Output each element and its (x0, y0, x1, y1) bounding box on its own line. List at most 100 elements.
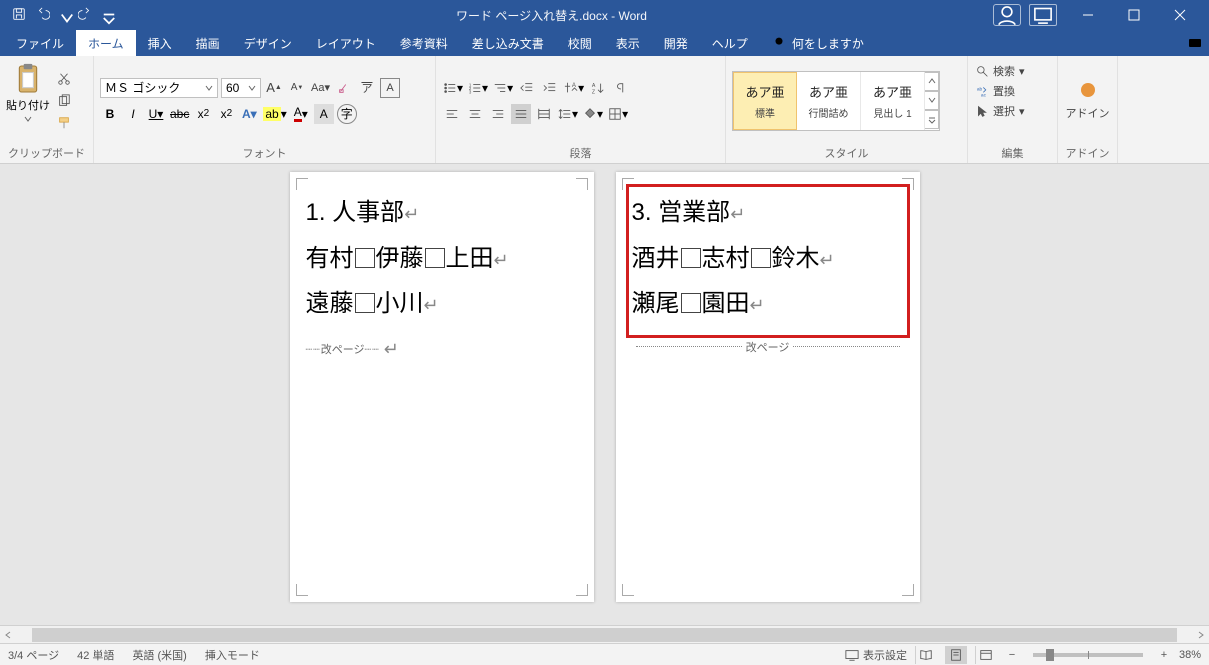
strikethrough-button[interactable]: abc (169, 104, 190, 124)
minimize-button[interactable] (1065, 0, 1111, 30)
tab-mailings[interactable]: 差し込み文書 (460, 30, 556, 56)
account-icon[interactable] (993, 4, 1021, 26)
page-2[interactable]: 3. 営業部↵ 酒井志村鈴木↵ 瀬尾園田↵ 改ページ (616, 172, 920, 602)
asian-layout-button[interactable]: A▾ (563, 78, 585, 98)
scroll-left-icon[interactable] (0, 627, 16, 643)
increase-indent-button[interactable] (540, 78, 560, 98)
status-mode[interactable]: 挿入モード (205, 647, 260, 663)
page-1[interactable]: 1. 人事部↵ 有村伊藤上田↵ 遠藤小川↵ ┈┈改ページ ┈┈↵ (290, 172, 594, 602)
status-page[interactable]: 3/4 ページ (8, 647, 59, 663)
copy-button[interactable] (54, 91, 74, 111)
tab-home[interactable]: ホーム (76, 30, 136, 56)
style-gallery-scroll[interactable] (925, 72, 939, 130)
tab-help[interactable]: ヘルプ (700, 30, 760, 56)
borders-button[interactable]: ▾ (607, 104, 629, 124)
font-size-combo[interactable]: 60 (221, 78, 261, 98)
tab-file[interactable]: ファイル (4, 30, 76, 56)
font-color-button[interactable]: A▾ (291, 104, 311, 124)
font-name-combo[interactable]: ＭＳ ゴシック (100, 78, 218, 98)
page-break-label: 改ページ (321, 341, 365, 357)
sort-button[interactable]: AZ (588, 78, 608, 98)
undo-icon[interactable] (36, 7, 50, 24)
align-center-button[interactable] (465, 104, 485, 124)
tab-review[interactable]: 校閲 (556, 30, 604, 56)
style-normal[interactable]: あア亜 標準 (733, 72, 797, 130)
show-marks-button[interactable] (611, 78, 631, 98)
group-styles: あア亜 標準 あア亜 行間詰め あア亜 見出し 1 スタイル (726, 56, 968, 163)
print-layout-button[interactable] (945, 646, 967, 664)
italic-button[interactable]: I (123, 104, 143, 124)
character-shading-button[interactable]: A (314, 104, 334, 124)
underline-button[interactable]: U▾ (146, 104, 166, 124)
tab-design[interactable]: デザイン (232, 30, 304, 56)
tab-developer[interactable]: 開発 (652, 30, 700, 56)
chevron-down-icon[interactable] (925, 91, 939, 110)
undo-dropdown-icon[interactable] (60, 11, 68, 19)
gallery-expand-icon[interactable] (925, 110, 939, 129)
crop-mark-icon (296, 178, 308, 190)
distributed-button[interactable] (534, 104, 554, 124)
zoom-in-button[interactable]: + (1157, 649, 1171, 661)
addins-icon[interactable] (1078, 80, 1098, 103)
group-label-font: フォント (94, 145, 435, 163)
redo-icon[interactable] (78, 7, 92, 24)
zoom-slider[interactable] (1033, 653, 1143, 657)
tab-insert[interactable]: 挿入 (136, 30, 184, 56)
multilevel-list-button[interactable]: ▾ (492, 78, 514, 98)
status-words[interactable]: 42 単語 (77, 647, 114, 663)
tab-draw[interactable]: 描画 (184, 30, 232, 56)
clear-formatting-button[interactable] (334, 78, 354, 98)
change-case-button[interactable]: Aa▾ (310, 78, 331, 98)
text-effects-button[interactable]: A▾ (239, 104, 259, 124)
align-justify-button[interactable] (511, 104, 531, 124)
status-language[interactable]: 英語 (米国) (132, 647, 186, 663)
scrollbar-thumb[interactable] (32, 628, 1177, 642)
bold-button[interactable]: B (100, 104, 120, 124)
scroll-right-icon[interactable] (1193, 627, 1209, 643)
shading-button[interactable]: ▾ (582, 104, 604, 124)
grow-font-button[interactable]: A▲ (264, 78, 284, 98)
chevron-up-icon[interactable] (925, 72, 939, 91)
read-mode-button[interactable] (915, 646, 937, 664)
tell-me[interactable]: 何をしますか (760, 30, 876, 56)
superscript-button[interactable]: x2 (216, 104, 236, 124)
style-no-spacing[interactable]: あア亜 行間詰め (797, 72, 861, 130)
enclose-characters-button[interactable]: 字 (337, 104, 357, 124)
zoom-out-button[interactable]: − (1005, 649, 1019, 661)
paste-button[interactable]: 貼り付け (6, 60, 50, 126)
tab-view[interactable]: 表示 (604, 30, 652, 56)
align-right-button[interactable] (488, 104, 508, 124)
addins-label: アドイン (1066, 105, 1110, 121)
style-heading1[interactable]: あア亜 見出し 1 (861, 72, 925, 130)
subscript-button[interactable]: x2 (193, 104, 213, 124)
maximize-button[interactable] (1111, 0, 1157, 30)
line-spacing-button[interactable]: ▾ (557, 104, 579, 124)
align-left-button[interactable] (442, 104, 462, 124)
document-area[interactable]: 1. 人事部↵ 有村伊藤上田↵ 遠藤小川↵ ┈┈改ページ ┈┈↵ 3. 営業部↵… (0, 164, 1209, 643)
numbering-button[interactable]: 123▾ (467, 78, 489, 98)
tab-layout[interactable]: レイアウト (304, 30, 388, 56)
format-painter-button[interactable] (54, 113, 74, 133)
share-icon[interactable] (1187, 30, 1203, 56)
bullets-button[interactable]: ▾ (442, 78, 464, 98)
cut-button[interactable] (54, 69, 74, 89)
character-border-button[interactable]: A (380, 78, 400, 98)
zoom-level[interactable]: 38% (1179, 649, 1201, 661)
qat-customize-icon[interactable] (102, 11, 110, 19)
tab-references[interactable]: 参考資料 (388, 30, 460, 56)
highlight-button[interactable]: ab▾ (262, 104, 287, 124)
close-button[interactable] (1157, 0, 1203, 30)
replace-button[interactable]: abac置換 (974, 82, 1051, 100)
save-icon[interactable] (12, 7, 26, 24)
paste-icon (15, 63, 41, 95)
decrease-indent-button[interactable] (517, 78, 537, 98)
web-layout-button[interactable] (975, 646, 997, 664)
display-settings-button[interactable]: 表示設定 (845, 647, 907, 663)
zoom-slider-handle[interactable] (1046, 649, 1054, 661)
select-button[interactable]: 選択 ▾ (974, 102, 1051, 120)
phonetic-guide-button[interactable]: ア (357, 78, 377, 98)
shrink-font-button[interactable]: A▼ (287, 78, 307, 98)
ribbon-display-icon[interactable] (1029, 4, 1057, 26)
horizontal-scrollbar[interactable] (0, 625, 1209, 643)
find-button[interactable]: 検索 ▾ (974, 62, 1051, 80)
